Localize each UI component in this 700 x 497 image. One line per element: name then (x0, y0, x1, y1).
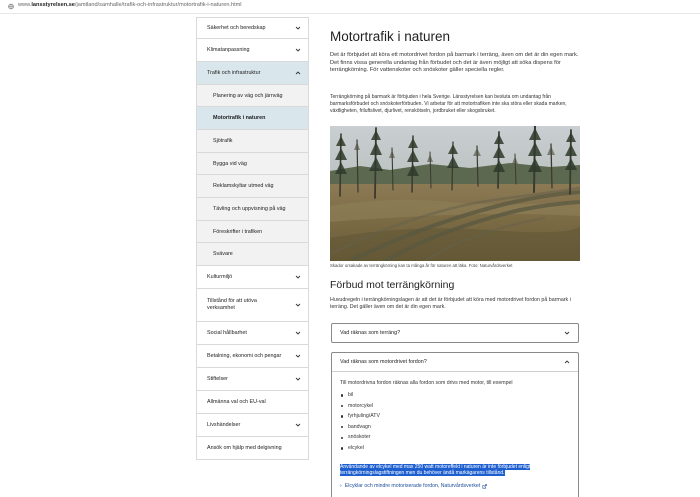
sidebar-item-val[interactable]: Allmänna val och EU-val (196, 391, 309, 414)
sidebar-item-label: Klimatanpassning (207, 47, 250, 53)
highlighted-sentence: Användande av elcykel med max 250 watt m… (340, 463, 531, 477)
sidebar-item-label: Bygga vid väg (213, 160, 247, 167)
sidebar-subitem-sjotrafik[interactable]: Sjötrafik (196, 130, 309, 153)
sidebar-subitem-foreskrifter[interactable]: Föreskrifter i trafiken (196, 221, 309, 243)
sidebar-item-delgivning[interactable]: Ansök om hjälp med delgivning (196, 437, 309, 460)
chevron-down-icon (295, 274, 301, 280)
chevron-up-icon (295, 70, 301, 76)
sidebar-subitem-svavare[interactable]: Svävare (196, 243, 309, 266)
section-title: Förbud mot terrängkörning (330, 279, 455, 291)
chevron-up-icon (564, 359, 570, 365)
sidebar-item-label: Trafik och infrastruktur (207, 70, 261, 76)
page-title: Motortrafik i naturen (330, 29, 451, 44)
sidebar-item-label: Stiftelser (207, 376, 228, 382)
sidebar-item-label: Motortrafik i naturen (213, 115, 266, 121)
sidebar-item-tillstand[interactable]: Tillstånd för att utöva verksamhet (196, 289, 309, 322)
naturvardsverket-link[interactable]: › Elcyklar och mindre motoriserade fordo… (340, 483, 570, 489)
chevron-down-icon (564, 330, 570, 336)
list-item: snöskoter (340, 434, 570, 445)
chevron-down-icon (295, 422, 301, 428)
accordion-body: Till motordrivna fordon räknas alla ford… (332, 371, 578, 496)
accordion-intro: Till motordrivna fordon räknas alla ford… (340, 380, 513, 386)
accordion-header[interactable]: Vad räknas som motordrivet fordon? (332, 353, 578, 371)
sidebar-item-trafik[interactable]: Trafik och infrastruktur (196, 62, 309, 85)
sidebar-item-label: Säkerhet och beredskap (207, 25, 266, 31)
list-item: fyrhjuling/ATV (340, 413, 570, 424)
sidebar-item-label: Föreskrifter i trafiken (213, 228, 263, 235)
sidebar-item-label: Ansök om hjälp med delgivning (207, 445, 282, 451)
sidebar-item-kulturmiljo[interactable]: Kulturmiljö (196, 266, 309, 289)
chevron-down-icon (295, 47, 301, 53)
chevron-down-icon (295, 302, 301, 308)
chevron-down-icon (295, 25, 301, 31)
sidebar-item-livshandelser[interactable]: Livshändelser (196, 414, 309, 437)
selected-text: Användande av elcykel med max 250 watt m… (340, 463, 570, 478)
sidebar-item-label: Tävling och uppvisning på väg (213, 206, 286, 212)
list-item: motorcykel (340, 403, 570, 414)
sidebar-subitem-reklam[interactable]: Reklamskyltar utmed väg (196, 175, 309, 198)
chevron-down-icon (295, 330, 301, 336)
accordion-label: Vad räknas som motordrivet fordon? (340, 359, 427, 365)
sidebar-item-label: Reklamskyltar utmed väg (213, 183, 274, 189)
list-item: elcykel (340, 445, 570, 456)
url-text: www.lansstyrelsen.se/jamtland/samhalle/t… (18, 2, 242, 8)
sidebar-item-label: Kulturmiljö (207, 274, 233, 280)
chevron-right-icon: › (340, 483, 342, 490)
chevron-down-icon (295, 376, 301, 382)
body-paragraph: Terrängkörning på barmark är förbjuden i… (330, 94, 567, 114)
address-bar[interactable]: www.lansstyrelsen.se/jamtland/samhalle/t… (0, 0, 700, 14)
accordion-motordrivet-fordon[interactable]: Vad räknas som motordrivet fordon? Till … (331, 352, 579, 497)
vehicle-list: bil motorcykel fyrhjuling/ATV bandvagn s… (340, 392, 570, 456)
sidebar-nav: Säkerhet och beredskap Klimatanpassning … (196, 17, 309, 460)
sidebar-item-label: Social hållbarhet (207, 330, 247, 336)
sidebar-item-label: Planering av väg och järnväg (213, 92, 283, 99)
accordion-terrang[interactable]: Vad räknas som terräng? (331, 323, 579, 343)
sidebar-item-stiftelser[interactable]: Stiftelser (196, 368, 309, 391)
sidebar-subitem-bygga[interactable]: Bygga vid väg (196, 153, 309, 175)
accordion-header[interactable]: Vad räknas som terräng? (332, 324, 578, 342)
sidebar-item-social[interactable]: Social hållbarhet (196, 322, 309, 345)
sidebar-item-label: Allmänna val och EU-val (207, 399, 266, 405)
sidebar-subitem-motortrafik[interactable]: Motortrafik i naturen (196, 107, 309, 130)
external-link-icon (482, 483, 488, 489)
sidebar-item-label: Tillstånd för att utöva verksamhet (207, 298, 257, 311)
photo-caption: Skador orsakade av terrängkörning kan ta… (330, 263, 513, 268)
globe-icon (8, 3, 14, 10)
list-item: bandvagn (340, 424, 570, 435)
accordion-label: Vad räknas som terräng? (340, 330, 401, 336)
section-paragraph: Huvudregeln i terrängkörningslagen är at… (330, 297, 571, 311)
lead-paragraph: Det är förbjudet att köra ett motordrive… (330, 52, 579, 74)
sidebar-item-label: Sjötrafik (213, 138, 233, 144)
sidebar-item-betalning[interactable]: Betalning, ekonomi och pengar (196, 345, 309, 368)
link-label: Elcyklar och mindre motoriserade fordon,… (344, 483, 481, 490)
chevron-down-icon (295, 353, 301, 359)
sidebar-subitem-tavling[interactable]: Tävling och uppvisning på väg (196, 198, 309, 221)
sidebar-item-klimat[interactable]: Klimatanpassning (196, 39, 309, 62)
sidebar-item-label: Betalning, ekonomi och pengar (207, 353, 282, 359)
sidebar-item-label: Svävare (213, 251, 233, 257)
offroad-damage-photo (330, 126, 580, 261)
sidebar-subitem-planering[interactable]: Planering av väg och järnväg (196, 85, 309, 107)
list-item: bil (340, 392, 570, 403)
sidebar-item-label: Livshändelser (207, 422, 241, 428)
sidebar-item-sakerhet[interactable]: Säkerhet och beredskap (196, 17, 309, 39)
